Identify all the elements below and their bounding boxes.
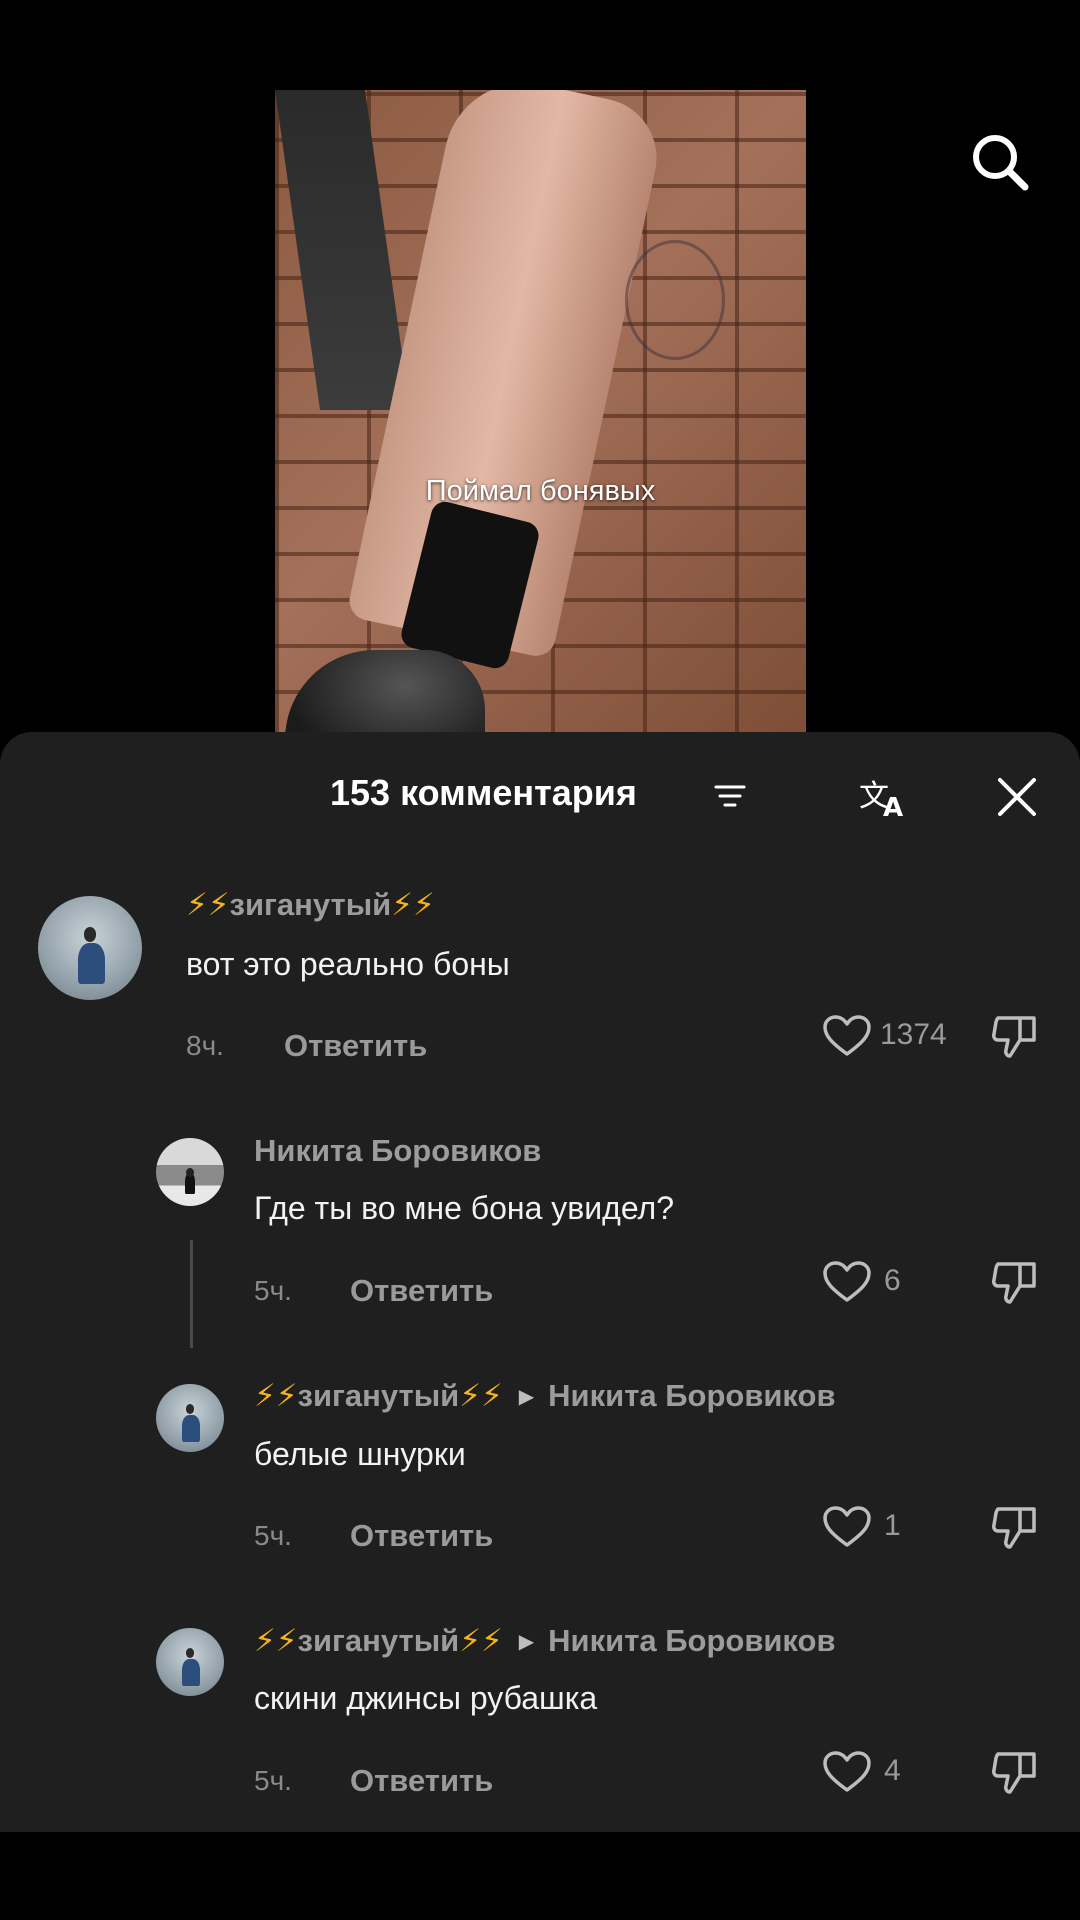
reply-button[interactable]: Ответить xyxy=(350,1273,493,1309)
like-count: 1 xyxy=(884,1509,901,1542)
dislike-icon[interactable] xyxy=(990,1012,1040,1060)
like-count: 1374 xyxy=(880,1018,947,1051)
reply-button[interactable]: Ответить xyxy=(284,1028,427,1064)
reply-to-username[interactable]: Никита Боровиков xyxy=(548,1378,835,1413)
reply-text: белые шнурки xyxy=(254,1436,466,1472)
reply-username[interactable]: ⚡⚡зиганутый⚡⚡ ▶ Никита Боровиков xyxy=(254,1378,836,1414)
reply-text: Где ты во мне бона увидел? xyxy=(254,1190,675,1226)
like-button[interactable]: 1 xyxy=(822,1503,932,1551)
sort-lines-icon[interactable] xyxy=(714,783,746,809)
video-boot xyxy=(285,650,485,740)
comment-text: вот это реально боны xyxy=(186,946,510,982)
bottom-bar xyxy=(0,1832,1080,1920)
dislike-icon[interactable] xyxy=(990,1503,1040,1551)
close-icon[interactable] xyxy=(994,774,1040,820)
svg-text:A: A xyxy=(883,793,903,820)
reply-button[interactable]: Ответить xyxy=(350,1763,493,1799)
video-caption: Поймал бонявых xyxy=(425,475,656,507)
comment-time: 8ч. xyxy=(186,1030,224,1061)
reply-time: 5ч. xyxy=(254,1520,292,1551)
bolt-decoration: ⚡⚡ xyxy=(254,1378,298,1413)
reply-username[interactable]: ⚡⚡зиганутый⚡⚡ ▶ Никита Боровиков xyxy=(254,1623,836,1659)
avatar[interactable] xyxy=(156,1384,224,1452)
bolt-decoration: ⚡⚡ xyxy=(391,887,435,922)
translate-icon[interactable]: 文 A xyxy=(858,772,910,823)
like-button[interactable]: 1374 xyxy=(822,1012,972,1060)
like-count: 4 xyxy=(884,1754,901,1787)
heart-icon xyxy=(823,1261,871,1302)
username-text: зиганутый xyxy=(229,887,392,922)
like-count: 6 xyxy=(884,1264,901,1297)
video-player[interactable]: Поймал бонявых xyxy=(275,90,806,740)
video-jeans xyxy=(275,90,410,410)
reply-time: 5ч. xyxy=(254,1275,292,1306)
comments-header: 153 комментария 文 A xyxy=(0,732,1080,862)
heart-icon xyxy=(823,1015,871,1056)
like-button[interactable]: 6 xyxy=(822,1258,932,1306)
dislike-icon[interactable] xyxy=(990,1258,1040,1306)
reply-to-username[interactable]: Никита Боровиков xyxy=(548,1623,835,1658)
search-icon[interactable] xyxy=(968,130,1032,194)
bolt-decoration: ⚡⚡ xyxy=(459,1378,503,1413)
comments-count-title: 153 комментария xyxy=(330,772,637,813)
video-tattoo xyxy=(625,240,725,360)
like-button[interactable]: 4 xyxy=(822,1748,932,1796)
avatar[interactable] xyxy=(156,1628,224,1696)
bolt-decoration: ⚡⚡ xyxy=(254,1623,298,1658)
thread-line xyxy=(190,1240,193,1348)
reply-to-arrow-icon: ▶ xyxy=(518,1631,535,1653)
avatar[interactable] xyxy=(38,896,142,1000)
avatar[interactable] xyxy=(156,1138,224,1206)
bolt-decoration: ⚡⚡ xyxy=(186,887,230,922)
reply-username[interactable]: Никита Боровиков xyxy=(254,1133,541,1169)
reply-button[interactable]: Ответить xyxy=(350,1518,493,1554)
comment-username[interactable]: ⚡⚡зиганутый⚡⚡ xyxy=(186,887,435,923)
dislike-icon[interactable] xyxy=(990,1748,1040,1796)
username-text: зиганутый xyxy=(297,1623,460,1658)
username-text: зиганутый xyxy=(297,1378,460,1413)
reply-time: 5ч. xyxy=(254,1765,292,1796)
bolt-decoration: ⚡⚡ xyxy=(459,1623,503,1658)
reply-to-arrow-icon: ▶ xyxy=(518,1386,535,1408)
reply-text: скини джинсы рубашка xyxy=(254,1680,598,1716)
heart-icon xyxy=(823,1506,871,1547)
heart-icon xyxy=(823,1751,871,1792)
